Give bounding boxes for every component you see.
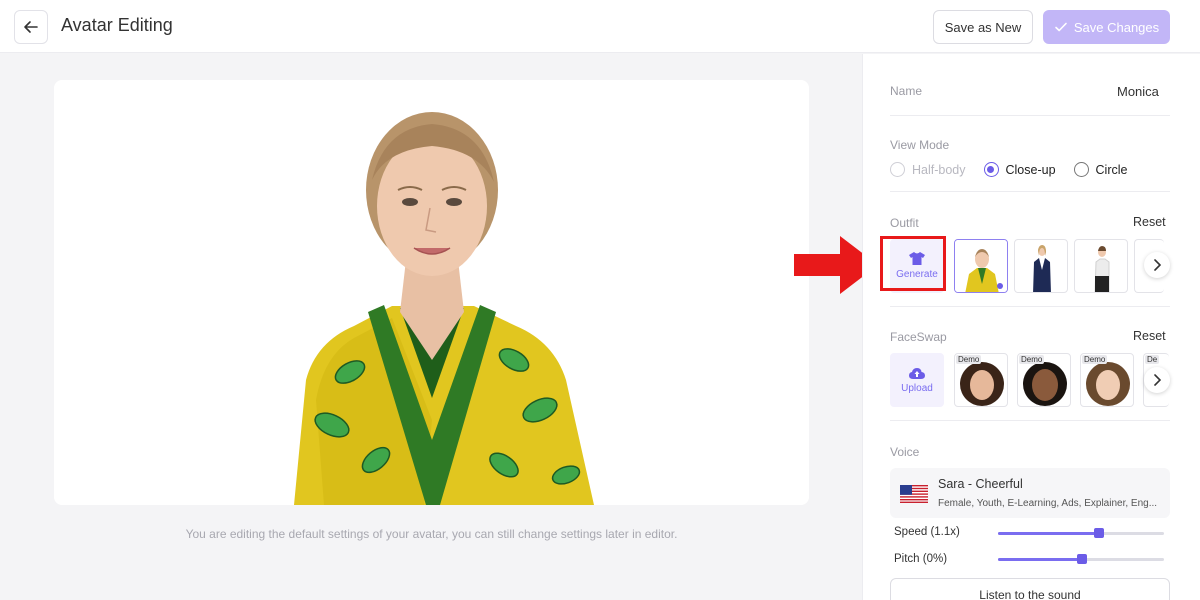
chevron-right-icon [1154, 259, 1161, 271]
name-label: Name [890, 84, 923, 98]
outfit-thumbnail [1094, 246, 1110, 292]
arrow-left-icon [24, 21, 38, 33]
avatar-image [294, 112, 594, 505]
outfit-option-kimono[interactable] [954, 239, 1008, 293]
radio-selected-icon [983, 162, 999, 177]
view-mode-circle[interactable]: Circle [1073, 162, 1128, 177]
save-changes-button[interactable]: Save Changes [1043, 10, 1170, 44]
faceswap-reset-button[interactable]: Reset [1133, 329, 1166, 343]
view-mode-label: View Mode [890, 138, 950, 152]
save-changes-label: Save Changes [1073, 19, 1160, 35]
editing-hint: You are editing the default settings of … [185, 527, 678, 541]
divider [890, 306, 1170, 307]
demo-tag: De [1145, 355, 1160, 364]
view-mode-half-body[interactable]: Half-body [890, 162, 966, 177]
face-option-3[interactable]: Demo [1080, 353, 1134, 407]
demo-tag: Demo [1082, 355, 1108, 364]
view-mode-options: Half-body Close-up Circle [890, 162, 1127, 177]
top-bar: Avatar Editing Save as New Save Changes [0, 0, 1200, 53]
listen-button[interactable]: Listen to the sound [890, 578, 1170, 600]
upload-face-button[interactable]: Upload [890, 353, 944, 407]
avatar-preview-card [54, 80, 809, 505]
face-option-1[interactable]: Demo [954, 353, 1008, 407]
speed-slider[interactable] [998, 528, 1164, 538]
speed-label: Speed (1.1x) [894, 526, 960, 538]
radio-icon [1073, 162, 1089, 177]
outfit-thumbnail [1033, 245, 1051, 292]
voice-name: Sara - Cheerful [938, 477, 1023, 491]
divider [890, 115, 1170, 116]
settings-panel: Name Monica View Mode Half-body Close-up… [862, 54, 1200, 600]
radio-label: Circle [1095, 162, 1128, 177]
cloud-upload-icon [909, 367, 925, 379]
demo-tag: Demo [956, 355, 982, 364]
pitch-slider[interactable] [998, 554, 1164, 564]
demo-tag: Demo [1019, 355, 1045, 364]
back-button[interactable] [14, 10, 48, 44]
speed-slider-fill [998, 532, 1098, 535]
page-title: Avatar Editing [61, 15, 173, 35]
faceswap-label: FaceSwap [890, 330, 947, 344]
save-as-new-button[interactable]: Save as New [933, 10, 1033, 44]
pitch-label: Pitch (0%) [894, 553, 948, 565]
name-value[interactable]: Monica [1117, 84, 1159, 99]
outfit-reset-button[interactable]: Reset [1133, 215, 1166, 229]
radio-label: Half-body [912, 162, 966, 177]
voice-selector[interactable]: Sara - Cheerful Female, Youth, E-Learnin… [890, 468, 1170, 518]
voice-description: Female, Youth, E-Learning, Ads, Explaine… [938, 498, 1158, 509]
outfit-option-white-top[interactable] [1074, 239, 1128, 293]
radio-icon [890, 162, 905, 177]
us-flag-icon [900, 485, 928, 503]
divider [890, 191, 1170, 192]
voice-label: Voice [890, 445, 920, 459]
check-icon [1055, 22, 1067, 32]
pitch-slider-handle[interactable] [1077, 554, 1087, 564]
upload-label: Upload [901, 382, 933, 394]
outfit-label: Outfit [890, 216, 919, 230]
view-mode-close-up[interactable]: Close-up [983, 162, 1056, 177]
speed-slider-handle[interactable] [1094, 528, 1104, 538]
faceswap-next-button[interactable] [1144, 367, 1170, 393]
chevron-right-icon [1154, 374, 1161, 386]
radio-label: Close-up [1005, 162, 1056, 177]
outfit-thumbnail [955, 240, 1007, 292]
divider [890, 420, 1170, 421]
pitch-slider-fill [998, 558, 1081, 561]
outfit-next-button[interactable] [1144, 252, 1170, 278]
face-option-2[interactable]: Demo [1017, 353, 1071, 407]
outfit-option-navy-suit[interactable] [1014, 239, 1068, 293]
annotation-highlight-box [880, 236, 946, 291]
